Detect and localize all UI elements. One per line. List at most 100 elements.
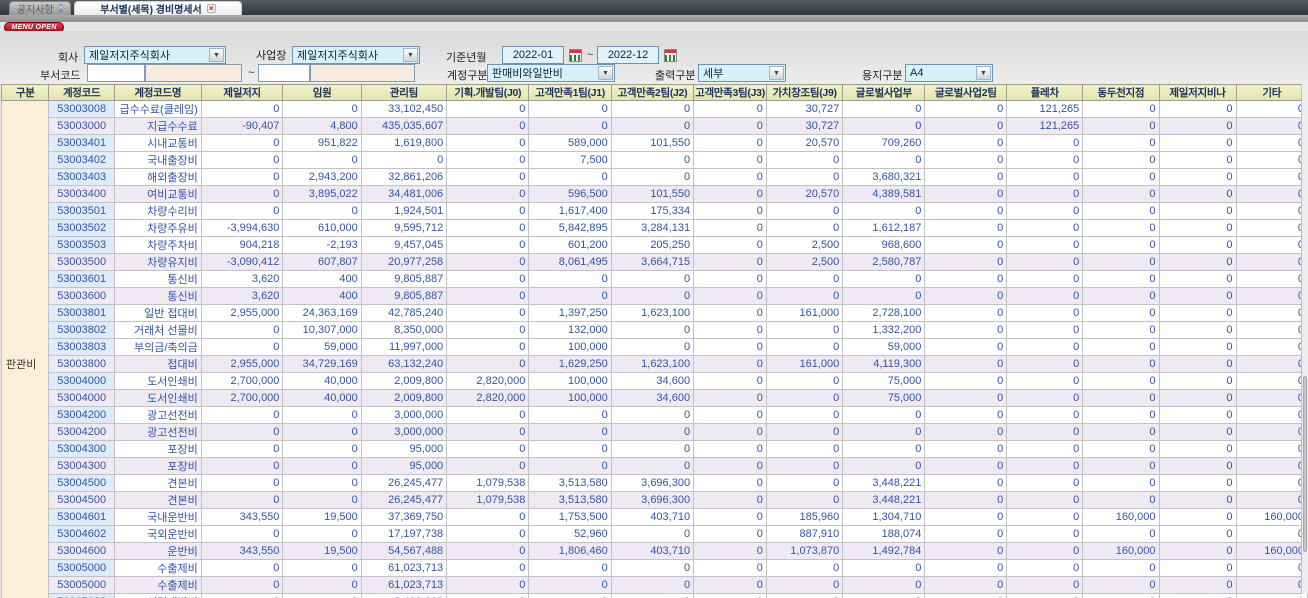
amount-cell[interactable]: 0 bbox=[1235, 253, 1308, 271]
amount-cell[interactable]: 0 bbox=[528, 593, 612, 598]
account-name-cell[interactable]: 포장비 bbox=[113, 457, 202, 475]
chevron-down-icon[interactable]: ▼ bbox=[403, 48, 418, 62]
amount-cell[interactable]: 7,500 bbox=[528, 151, 612, 169]
table-row[interactable]: 53003502 차량주유비 -3,994,630 610,000 9,595,712 0… bbox=[2, 219, 1308, 237]
amount-cell[interactable]: 0 bbox=[1158, 508, 1237, 526]
amount-cell[interactable]: 596,500 bbox=[528, 185, 612, 203]
amount-cell[interactable]: 0 bbox=[1082, 457, 1160, 475]
amount-cell[interactable]: 0 bbox=[693, 219, 767, 237]
amount-cell[interactable]: 0 bbox=[446, 100, 530, 118]
amount-cell[interactable]: 2,955,000 bbox=[200, 304, 284, 322]
amount-cell[interactable]: 0 bbox=[200, 576, 284, 594]
amount-cell[interactable]: 0 bbox=[446, 185, 530, 203]
amount-cell[interactable]: 19,500 bbox=[282, 508, 362, 526]
account-code-cell[interactable]: 53003802 bbox=[48, 321, 115, 339]
amount-cell[interactable]: 0 bbox=[1235, 474, 1308, 492]
amount-cell[interactable]: 0 bbox=[528, 576, 612, 594]
amount-cell[interactable]: 0 bbox=[446, 253, 530, 271]
amount-cell[interactable]: 2,820,000 bbox=[446, 372, 530, 390]
amount-cell[interactable]: 0 bbox=[924, 185, 1008, 203]
amount-cell[interactable]: 2,728,100 bbox=[842, 304, 926, 322]
amount-cell[interactable]: 0 bbox=[842, 593, 926, 598]
amount-cell[interactable]: 601,200 bbox=[528, 236, 612, 254]
amount-cell[interactable]: 0 bbox=[282, 423, 362, 441]
amount-cell[interactable]: 0 bbox=[765, 474, 844, 492]
amount-cell[interactable]: 0 bbox=[693, 202, 767, 220]
amount-cell[interactable]: 0 bbox=[765, 338, 844, 356]
amount-cell[interactable]: 0 bbox=[765, 406, 844, 424]
amount-cell[interactable]: 0 bbox=[1006, 270, 1084, 288]
amount-cell[interactable]: 59,000 bbox=[282, 338, 362, 356]
table-row[interactable]: 53005000수출제비0061,023,71300000000000 bbox=[2, 576, 1308, 594]
amount-cell[interactable]: 20,977,258 bbox=[360, 253, 448, 271]
amount-cell[interactable]: 3,284,131 bbox=[610, 219, 695, 237]
amount-cell[interactable]: 0 bbox=[924, 559, 1008, 577]
amount-cell[interactable]: 0 bbox=[1082, 270, 1160, 288]
account-code-cell[interactable]: 53004602 bbox=[48, 525, 115, 543]
amount-cell[interactable]: 2,700,000 bbox=[200, 389, 284, 407]
amount-cell[interactable]: 0 bbox=[1235, 117, 1308, 135]
amount-cell[interactable]: 0 bbox=[446, 270, 530, 288]
account-name-cell[interactable]: 부의금/축의금 bbox=[113, 338, 202, 356]
amount-cell[interactable]: 0 bbox=[1235, 525, 1308, 543]
table-row[interactable]: 53004602 국외운반비 0 0 17,197,738 0 52,960 0 0 887,91… bbox=[2, 525, 1308, 543]
account-code-cell[interactable]: 53003403 bbox=[48, 168, 115, 186]
amount-cell[interactable]: 0 bbox=[1082, 168, 1160, 186]
account-name-cell[interactable]: 견본비 bbox=[113, 474, 202, 492]
amount-cell[interactable]: 0 bbox=[446, 559, 530, 577]
amount-cell[interactable]: 0 bbox=[200, 151, 284, 169]
amount-cell[interactable]: 0 bbox=[200, 185, 284, 203]
amount-cell[interactable]: 0 bbox=[1158, 338, 1237, 356]
amount-cell[interactable]: 0 bbox=[610, 117, 695, 135]
amount-cell[interactable]: 0 bbox=[1006, 491, 1084, 509]
amount-cell[interactable]: 75,000 bbox=[842, 389, 926, 407]
amount-cell[interactable]: 0 bbox=[610, 423, 695, 441]
tab-expense-report[interactable]: 부서별(세목) 경비명세서 × bbox=[74, 1, 242, 16]
table-row[interactable]: 53003803 부의금/축의금 0 59,000 11,997,000 0 100,000… bbox=[2, 338, 1308, 356]
amount-cell[interactable]: 0 bbox=[446, 321, 530, 339]
amount-cell[interactable]: 0 bbox=[610, 321, 695, 339]
amount-cell[interactable]: 2,820,000 bbox=[446, 389, 530, 407]
paper-type-select[interactable]: A4 ▼ bbox=[905, 64, 993, 82]
amount-cell[interactable]: 0 bbox=[1235, 576, 1308, 594]
amount-cell[interactable]: 0 bbox=[924, 117, 1008, 135]
amount-cell[interactable]: 160,000 bbox=[1082, 542, 1160, 560]
amount-cell[interactable]: 0 bbox=[924, 151, 1008, 169]
amount-cell[interactable]: 0 bbox=[924, 474, 1008, 492]
amount-cell[interactable]: 0 bbox=[765, 559, 844, 577]
chevron-down-icon[interactable]: ▼ bbox=[976, 66, 991, 80]
workplace-select[interactable]: 제일저지주식회사 ▼ bbox=[292, 46, 420, 64]
amount-cell[interactable]: 0 bbox=[1235, 100, 1308, 118]
amount-cell[interactable]: 0 bbox=[1082, 423, 1160, 441]
amount-cell[interactable]: 0 bbox=[1235, 406, 1308, 424]
chevron-down-icon[interactable]: ▼ bbox=[598, 66, 613, 80]
amount-cell[interactable]: 0 bbox=[200, 406, 284, 424]
account-code-cell[interactable]: 53005602 bbox=[48, 593, 115, 598]
table-row[interactable]: 53003801 일반 접대비 2,955,000 24,363,169 42,785,… bbox=[2, 304, 1308, 322]
amount-cell[interactable]: 0 bbox=[1158, 491, 1237, 509]
amount-cell[interactable]: 0 bbox=[1158, 440, 1237, 458]
amount-cell[interactable]: 37,369,750 bbox=[360, 508, 448, 526]
account-code-cell[interactable]: 53004500 bbox=[48, 474, 115, 492]
amount-cell[interactable]: 0 bbox=[1006, 355, 1084, 373]
account-name-cell[interactable]: 인력개발비 bbox=[113, 593, 202, 598]
amount-cell[interactable]: 1,492,784 bbox=[842, 542, 926, 560]
amount-cell[interactable]: 0 bbox=[1006, 168, 1084, 186]
account-name-cell[interactable]: 포장비 bbox=[113, 440, 202, 458]
amount-cell[interactable]: 0 bbox=[610, 559, 695, 577]
amount-cell[interactable]: 30,727 bbox=[765, 100, 844, 118]
amount-cell[interactable]: 0 bbox=[842, 287, 926, 305]
amount-cell[interactable]: 0 bbox=[200, 491, 284, 509]
amount-cell[interactable]: 0 bbox=[528, 440, 612, 458]
amount-cell[interactable]: 0 bbox=[282, 440, 362, 458]
amount-cell[interactable]: 0 bbox=[528, 287, 612, 305]
amount-cell[interactable]: 3,000,000 bbox=[360, 406, 448, 424]
amount-cell[interactable]: 709,260 bbox=[842, 134, 926, 152]
table-row[interactable]: 53004500 견본비 0 0 26,245,477 1,079,538 3,513,58… bbox=[2, 491, 1308, 509]
amount-cell[interactable]: 0 bbox=[693, 270, 767, 288]
amount-cell[interactable]: 0 bbox=[765, 389, 844, 407]
amount-cell[interactable]: 0 bbox=[1006, 304, 1084, 322]
amount-cell[interactable]: 1,623,100 bbox=[610, 355, 695, 373]
amount-cell[interactable]: 0 bbox=[842, 440, 926, 458]
account-name-cell[interactable]: 지급수수료 bbox=[113, 117, 202, 135]
